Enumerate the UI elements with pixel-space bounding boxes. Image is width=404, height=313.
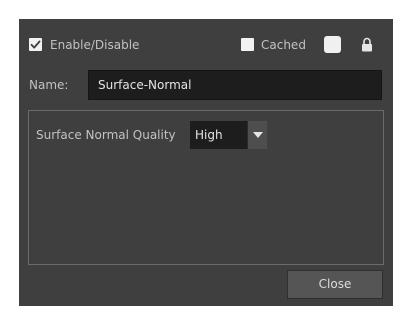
quality-dropdown[interactable]: High (190, 121, 267, 149)
name-input[interactable]: Surface-Normal (88, 70, 382, 100)
parameters-group: Surface Normal Quality High (28, 110, 384, 265)
lock-icon[interactable] (361, 37, 373, 52)
top-options-row: Enable/Disable Cached (19, 19, 393, 69)
dropdown-button[interactable] (247, 121, 267, 149)
checkmark-icon (30, 40, 41, 49)
dropdown-arrow-icon (253, 132, 263, 138)
surface-normal-quality-label: Surface Normal Quality (36, 128, 176, 142)
cached-checkbox[interactable] (241, 38, 254, 51)
cached-label[interactable]: Cached (261, 37, 306, 53)
enable-label[interactable]: Enable/Disable (50, 37, 139, 53)
enable-checkbox[interactable] (29, 38, 42, 51)
color-swatch-button[interactable] (324, 36, 341, 53)
effect-layer-dialog: Enable/Disable Cached Name: Surface-Norm… (19, 19, 393, 306)
quality-selected-value: High (195, 128, 223, 142)
name-label: Name: (29, 78, 69, 92)
close-button[interactable]: Close (287, 270, 383, 299)
